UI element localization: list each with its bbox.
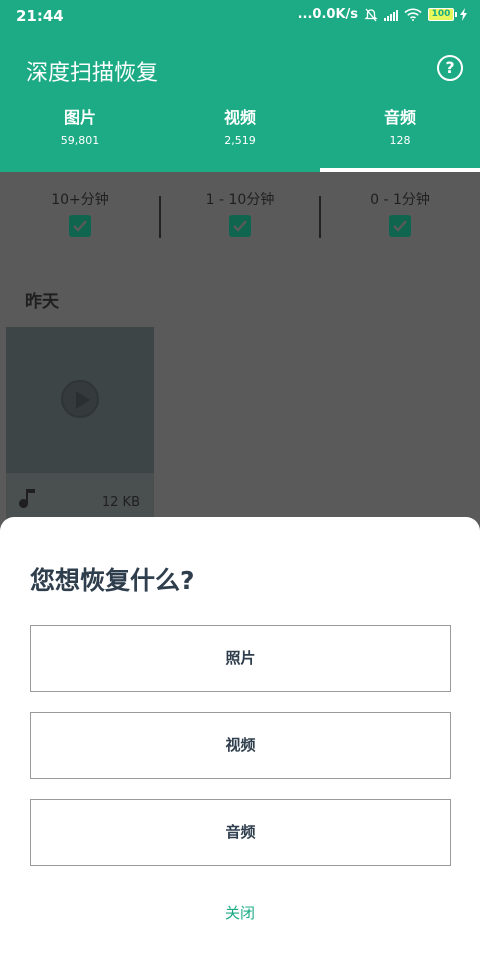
help-icon[interactable]: ? (437, 55, 463, 81)
tab-count: 128 (389, 134, 411, 147)
status-bar: 21:44 ...0.0K/s 100 (0, 0, 480, 34)
duration-filters: 10+分钟 1 - 10分钟 0 - 1分钟 (0, 172, 480, 252)
music-note-icon (19, 489, 35, 509)
tab-label: 音频 (383, 108, 416, 127)
tab-audio[interactable]: 音频 128 (320, 108, 480, 172)
media-thumbnail (6, 327, 154, 473)
checkbox-checked-icon[interactable] (389, 215, 411, 237)
filter-divider (159, 196, 161, 238)
signal-icon (384, 9, 398, 21)
recover-type-sheet: 您想恢复什么? 照片 视频 音频 关闭 (0, 517, 480, 953)
filter-0-1-min[interactable]: 0 - 1分钟 (320, 172, 480, 252)
sheet-title: 您想恢复什么? (30, 566, 195, 595)
media-item[interactable]: 12 KB (6, 327, 154, 527)
option-audio-button[interactable]: 音频 (30, 799, 451, 866)
status-icons: ...0.0K/s 100 (298, 7, 468, 22)
tab-count: 59,801 (60, 134, 100, 147)
tab-bar: 图片 59,801 视频 2,519 音频 128 (0, 108, 480, 172)
filter-10-plus-min[interactable]: 10+分钟 (0, 172, 160, 252)
checkbox-checked-icon[interactable] (69, 215, 91, 237)
page-title: 深度扫描恢复 (26, 61, 159, 86)
tab-videos[interactable]: 视频 2,519 (160, 108, 320, 172)
filter-label: 1 - 10分钟 (205, 192, 275, 208)
section-title: 昨天 (25, 292, 59, 312)
option-videos-button[interactable]: 视频 (30, 712, 451, 779)
checkbox-checked-icon[interactable] (229, 215, 251, 237)
charging-icon (460, 8, 467, 21)
network-speed: ...0.0K/s (297, 7, 358, 22)
status-time: 21:44 (16, 7, 64, 25)
filter-divider (319, 196, 321, 238)
option-photos-button[interactable]: 照片 (30, 625, 451, 692)
close-button[interactable]: 关闭 (0, 902, 480, 923)
filter-1-10-min[interactable]: 1 - 10分钟 (160, 172, 320, 252)
battery-icon: 100 (428, 8, 457, 21)
tab-label: 视频 (223, 108, 256, 127)
filter-label: 10+分钟 (51, 192, 109, 208)
wifi-icon (404, 8, 422, 21)
tab-label: 图片 (63, 108, 96, 127)
mute-icon (364, 8, 378, 21)
tab-count: 2,519 (224, 134, 256, 147)
play-icon[interactable] (61, 380, 99, 418)
app-header: 21:44 ...0.0K/s 100 深度扫描恢复 ? 图片 59,801 视… (0, 0, 480, 172)
tab-images[interactable]: 图片 59,801 (0, 108, 160, 172)
filter-label: 0 - 1分钟 (370, 192, 430, 208)
file-size: 12 KB (101, 495, 140, 510)
